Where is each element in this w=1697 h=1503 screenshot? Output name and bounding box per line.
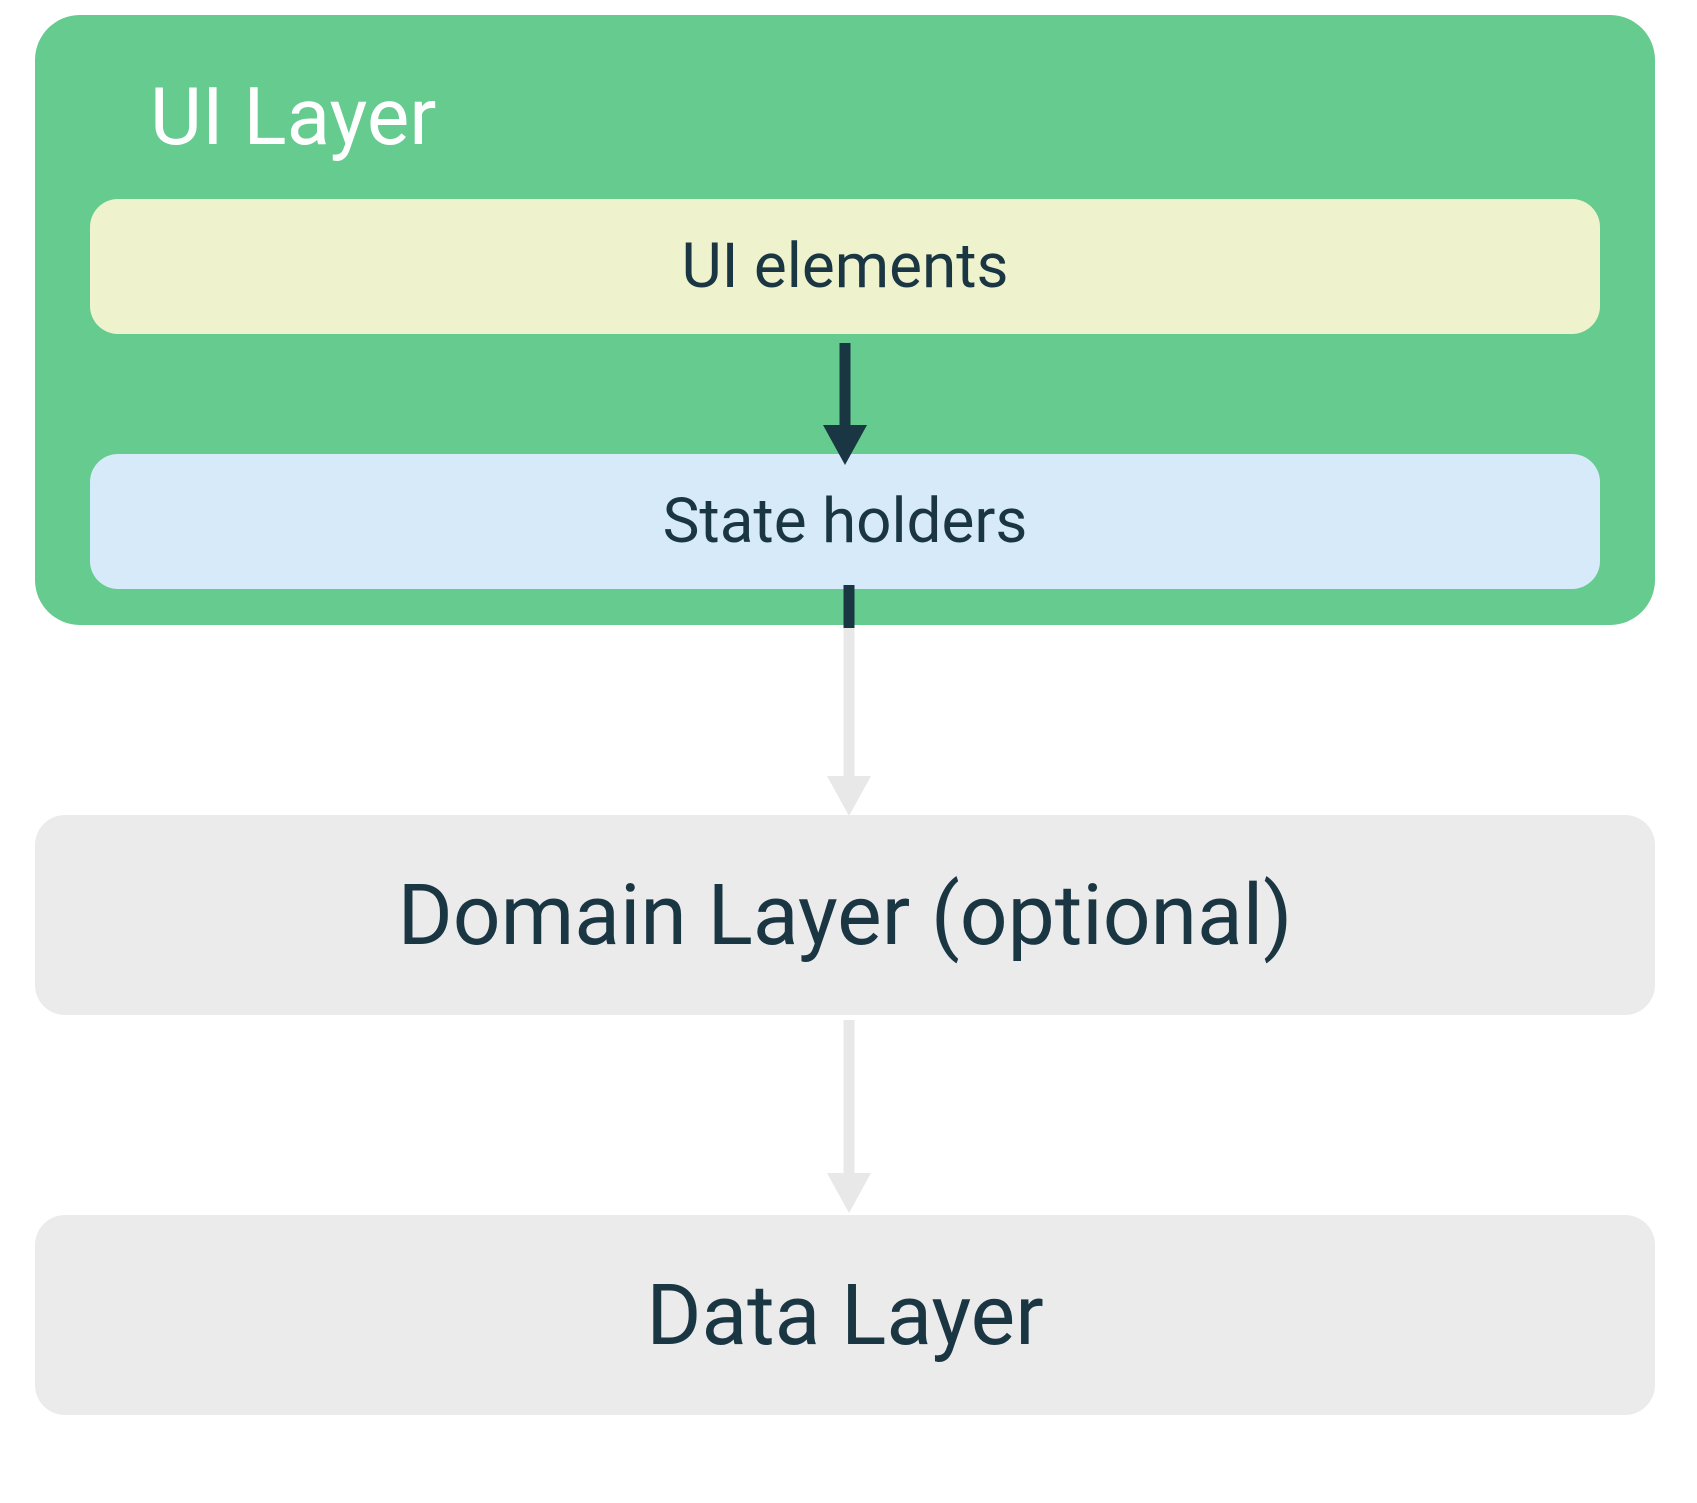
- state-holders-box: State holders: [90, 454, 1600, 589]
- state-holders-label: State holders: [663, 485, 1028, 558]
- arrow-down-icon: [819, 628, 879, 822]
- ui-elements-box: UI elements: [90, 199, 1600, 334]
- data-layer-box: Data Layer: [35, 1215, 1655, 1415]
- domain-layer-box: Domain Layer (optional): [35, 815, 1655, 1015]
- arrow-down-icon: [819, 1020, 879, 1219]
- ui-elements-label: UI elements: [681, 230, 1008, 303]
- domain-layer-label: Domain Layer (optional): [398, 866, 1293, 965]
- ui-layer-title: UI Layer: [150, 70, 1600, 164]
- arrow-down-icon: [819, 585, 879, 634]
- arrow-down-icon: [815, 343, 875, 472]
- data-layer-label: Data Layer: [646, 1266, 1043, 1365]
- ui-layer-container: UI Layer UI elements State holders: [35, 15, 1655, 625]
